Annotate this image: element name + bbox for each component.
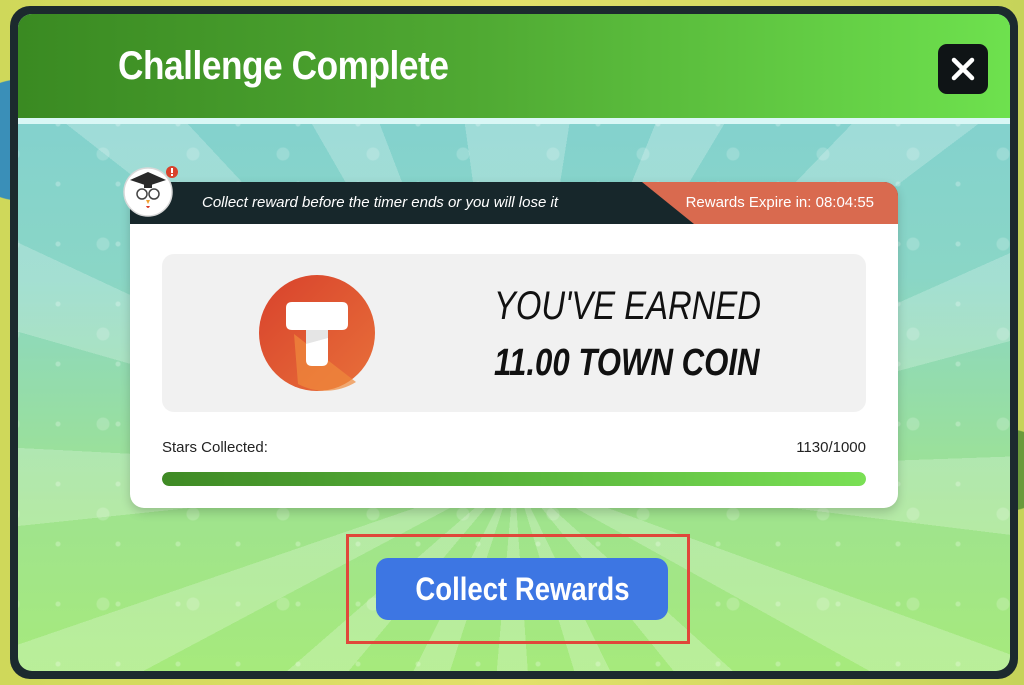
expire-timer: Rewards Expire in: 08:04:55 [685, 194, 874, 211]
stars-label: Stars Collected: [162, 439, 268, 456]
reward-panel: YOU'VE EARNED 11.00 TOWN COIN [162, 254, 866, 412]
town-coin-icon [259, 275, 375, 391]
modal-body: Challenge Complete Collect reward before… [18, 14, 1010, 671]
modal-header: Challenge Complete [18, 14, 1010, 124]
collect-rewards-label: Collect Rewards [414, 570, 630, 607]
close-button[interactable] [938, 44, 988, 94]
stars-count: 1130/1000 [796, 439, 866, 456]
earned-heading: YOU'VE EARNED [494, 284, 761, 328]
earned-amount: 11.00 TOWN COIN [494, 342, 760, 384]
stars-progress-bar [162, 472, 866, 486]
notice-bar: Collect reward before the timer ends or … [130, 182, 898, 224]
stars-progress-fill [162, 472, 866, 486]
notice-message: Collect reward before the timer ends or … [202, 194, 558, 211]
chicken-mascot-icon [123, 166, 178, 217]
close-icon [951, 57, 975, 81]
modal-title: Challenge Complete [118, 44, 449, 88]
reward-card: Collect reward before the timer ends or … [130, 182, 898, 508]
challenge-modal: Challenge Complete Collect reward before… [10, 6, 1018, 679]
collect-rewards-button[interactable]: Collect Rewards [376, 558, 668, 620]
